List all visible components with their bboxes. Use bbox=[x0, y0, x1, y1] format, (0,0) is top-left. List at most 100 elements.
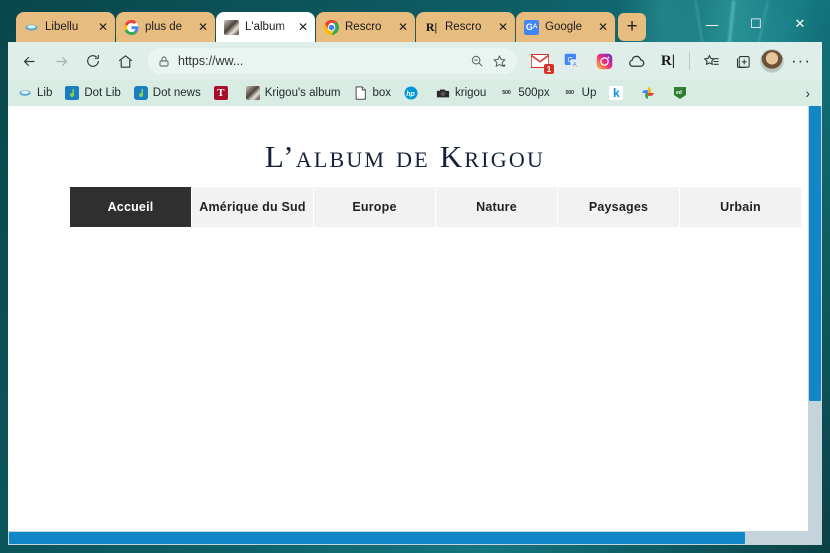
minimize-button[interactable]: — bbox=[690, 8, 734, 40]
bookmark-item[interactable]: hp bbox=[398, 84, 429, 102]
bookmark-item[interactable]: Krigou's album bbox=[240, 84, 347, 102]
tab-title: Rescro bbox=[445, 21, 482, 33]
padlock-icon bbox=[158, 55, 170, 68]
forward-arrow-icon[interactable] bbox=[46, 46, 76, 76]
bookmark-item[interactable]: 500 500px bbox=[493, 84, 555, 102]
google-photos-icon bbox=[641, 86, 655, 100]
close-window-button[interactable]: ✕ bbox=[778, 8, 822, 40]
browser-tab[interactable]: Rescro ✕ bbox=[316, 12, 416, 42]
nav-spacer bbox=[8, 227, 802, 258]
toolbar-divider bbox=[689, 52, 690, 70]
r-extension-icon[interactable]: R| bbox=[653, 46, 683, 76]
browser-tab[interactable]: GA Google ✕ bbox=[516, 12, 616, 42]
close-icon[interactable]: ✕ bbox=[495, 21, 511, 33]
svg-text:hp: hp bbox=[406, 91, 415, 98]
address-bar[interactable]: https://ww... bbox=[148, 48, 517, 74]
green-shield-icon: ed bbox=[673, 86, 687, 100]
vertical-scrollbar[interactable] bbox=[808, 106, 822, 531]
500px-icon: 500 bbox=[565, 90, 575, 96]
krigou-photo-icon bbox=[224, 19, 239, 35]
hp-icon: hp bbox=[404, 86, 418, 100]
browser-tab-active[interactable]: L'album ✕ bbox=[216, 12, 315, 42]
gmail-icon[interactable]: 1 bbox=[525, 46, 555, 76]
r-letter-icon: R| bbox=[425, 19, 438, 34]
cloud-icon[interactable] bbox=[621, 46, 651, 76]
add-favorite-star-icon[interactable] bbox=[492, 54, 507, 69]
close-icon[interactable]: ✕ bbox=[295, 21, 311, 33]
reload-icon[interactable] bbox=[78, 46, 108, 76]
nav-item-nature[interactable]: Nature bbox=[436, 187, 558, 227]
favorites-list-icon[interactable] bbox=[696, 46, 726, 76]
collections-icon[interactable] bbox=[728, 46, 758, 76]
url-text[interactable]: https://ww... bbox=[178, 54, 462, 68]
bookmark-label: 500px bbox=[518, 87, 550, 99]
tab-title: Rescro bbox=[345, 21, 382, 33]
window-controls: — ☐ ✕ bbox=[690, 8, 822, 40]
tab-title: Google bbox=[545, 21, 583, 33]
settings-more-icon[interactable]: ··· bbox=[786, 46, 816, 76]
browser-tab[interactable]: Libellu ✕ bbox=[16, 12, 116, 42]
bookmark-item[interactable]: Dot Lib bbox=[59, 84, 126, 102]
mail-unread-badge: 1 bbox=[544, 64, 554, 74]
browser-toolbar: https://ww... 1 GA R| ··· bbox=[8, 42, 822, 80]
google-translate-extension-icon[interactable]: GA bbox=[557, 46, 587, 76]
bookmark-item[interactable]: k bbox=[603, 84, 634, 102]
vertical-scrollbar-thumb[interactable] bbox=[809, 106, 821, 401]
libellules-icon bbox=[18, 86, 32, 100]
page-title: L’album de Krigou bbox=[264, 139, 546, 174]
browser-window: Libellu ✕ plus de ✕ L'album ✕ Rescro ✕ R… bbox=[8, 8, 822, 545]
page-icon bbox=[353, 86, 367, 100]
back-arrow-icon[interactable] bbox=[14, 46, 44, 76]
nav-item-urbain[interactable]: Urbain bbox=[680, 187, 802, 227]
google-icon bbox=[124, 19, 139, 35]
bookmark-item[interactable] bbox=[635, 84, 666, 102]
close-icon[interactable]: ✕ bbox=[95, 21, 111, 33]
svg-text:ed: ed bbox=[676, 90, 682, 96]
bookmark-label: Up bbox=[581, 87, 597, 99]
libellules-icon bbox=[24, 20, 39, 35]
nav-item-amerique-du-sud[interactable]: Amérique du Sud bbox=[192, 187, 314, 227]
bookmark-label: Krigou's album bbox=[264, 87, 341, 99]
bookmark-item[interactable]: ed bbox=[667, 84, 698, 102]
bookmark-label: Dot Lib bbox=[84, 87, 121, 99]
tab-strip: Libellu ✕ plus de ✕ L'album ✕ Rescro ✕ R… bbox=[8, 8, 822, 42]
nav-item-europe[interactable]: Europe bbox=[314, 187, 436, 227]
horizontal-scrollbar-thumb[interactable] bbox=[9, 532, 745, 544]
bookmark-label: krigou bbox=[455, 87, 487, 99]
site-navigation: Accueil Amérique du Sud Europe Nature Pa… bbox=[8, 187, 802, 227]
dotclear-icon bbox=[133, 86, 148, 100]
instagram-icon[interactable] bbox=[589, 46, 619, 76]
maximize-button[interactable]: ☐ bbox=[734, 8, 778, 40]
bookmark-label: Lib bbox=[37, 87, 53, 99]
bookmarks-overflow-icon[interactable]: › bbox=[797, 83, 818, 103]
nav-item-paysages[interactable]: Paysages bbox=[558, 187, 680, 227]
close-icon[interactable]: ✕ bbox=[595, 21, 611, 33]
bookmark-item[interactable]: 500 Up bbox=[557, 84, 603, 102]
zoom-out-icon[interactable] bbox=[470, 54, 484, 68]
camera-icon bbox=[436, 86, 450, 100]
bookmark-item[interactable]: krigou bbox=[430, 84, 492, 102]
web-page: L’album de Krigou Accueil Amérique du Su… bbox=[8, 106, 802, 545]
new-tab-button[interactable]: + bbox=[618, 13, 646, 41]
k-icon: k bbox=[609, 86, 624, 100]
t-letter-icon: T bbox=[213, 86, 228, 100]
bookmark-item[interactable]: Lib bbox=[12, 84, 58, 102]
tab-title: L'album bbox=[245, 21, 285, 33]
nav-item-accueil[interactable]: Accueil bbox=[70, 187, 192, 227]
page-viewport: L’album de Krigou Accueil Amérique du Su… bbox=[8, 106, 822, 545]
dotclear-icon bbox=[65, 86, 80, 100]
chrome-icon bbox=[324, 19, 339, 35]
500px-icon: 500 bbox=[502, 90, 511, 96]
horizontal-scrollbar[interactable] bbox=[8, 531, 822, 545]
browser-tab[interactable]: plus de ✕ bbox=[116, 12, 216, 42]
tab-title: plus de bbox=[145, 21, 183, 33]
bookmark-item[interactable]: T bbox=[208, 84, 239, 102]
profile-avatar[interactable] bbox=[760, 49, 784, 73]
bookmark-item[interactable]: box bbox=[347, 84, 397, 102]
close-icon[interactable]: ✕ bbox=[395, 21, 411, 33]
browser-tab[interactable]: R| Rescro ✕ bbox=[416, 12, 516, 42]
google-translate-icon: GA bbox=[524, 19, 539, 35]
bookmark-item[interactable]: Dot news bbox=[128, 84, 207, 102]
close-icon[interactable]: ✕ bbox=[195, 21, 211, 33]
home-icon[interactable] bbox=[110, 46, 140, 76]
